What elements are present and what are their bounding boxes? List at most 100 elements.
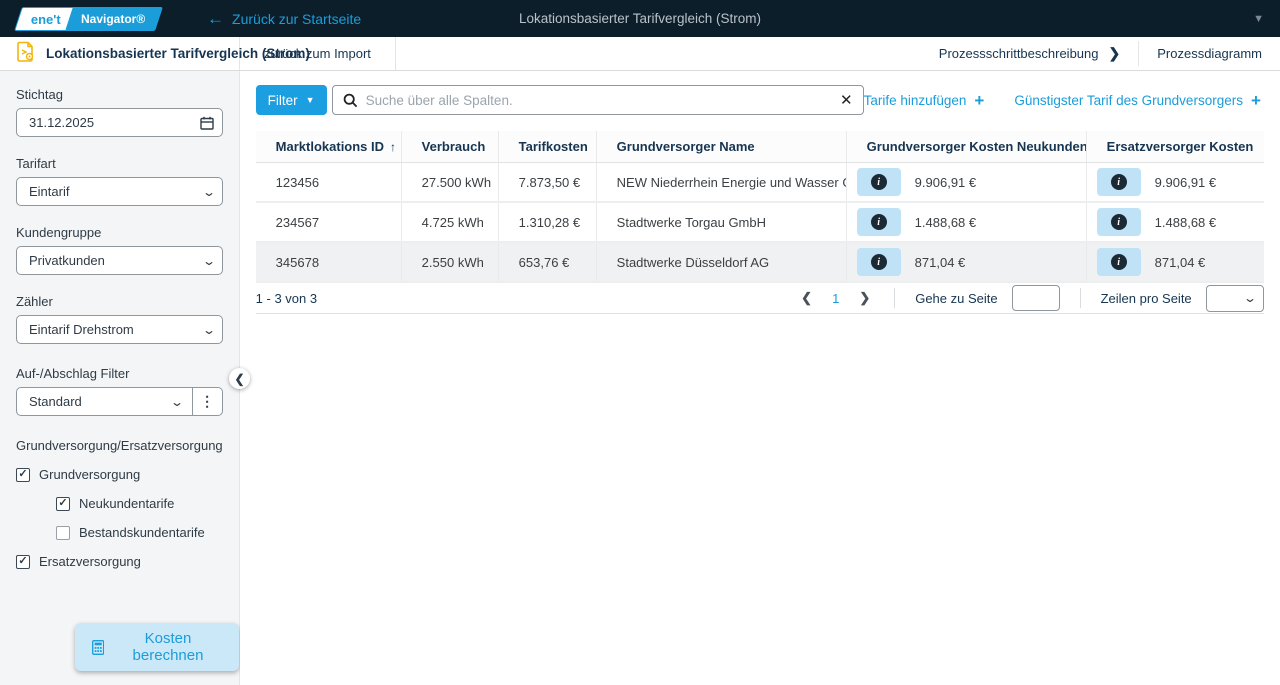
pagination-bar: 1 - 3 von 3 ❮ 1 ❯ Gehe zu Seite Zeilen p… bbox=[256, 283, 1264, 314]
search-input[interactable] bbox=[366, 93, 836, 108]
topbar-menu-caret-icon[interactable]: ▼ bbox=[1253, 13, 1264, 25]
process-step-description-link[interactable]: Prozessschrittbeschreibung ❯ bbox=[921, 37, 1138, 70]
column-header-tarifkosten[interactable]: Tarifkosten bbox=[498, 131, 596, 162]
checkbox-icon[interactable]: ✓ bbox=[16, 555, 30, 569]
cell-grundversorger-name: Stadtwerke Düsseldorf AG bbox=[596, 243, 846, 281]
logo-navigator: Navigator® bbox=[65, 7, 163, 31]
checkbox-icon[interactable]: ✓ bbox=[56, 497, 70, 511]
column-header-label: Marktlokations ID bbox=[276, 139, 384, 154]
info-icon: i bbox=[871, 214, 887, 230]
cell-verbrauch: 27.500 kWh bbox=[401, 163, 498, 201]
cost-value: 871,04 € bbox=[915, 255, 966, 270]
tab-back-to-import[interactable]: zurück zum Import bbox=[240, 37, 396, 70]
info-button[interactable]: i bbox=[1097, 208, 1141, 236]
checkbox-icon[interactable]: ✓ bbox=[16, 468, 30, 482]
page-header-bar: Lokationsbasierter Tarifvergleich (Strom… bbox=[0, 37, 1280, 71]
column-header-marktlokations-id[interactable]: Marktlokations ID ↑ bbox=[256, 131, 401, 162]
aufabschlag-more-options-button[interactable]: ⋮ bbox=[192, 388, 222, 415]
info-button[interactable]: i bbox=[1097, 248, 1141, 276]
info-icon: i bbox=[1111, 174, 1127, 190]
process-diagram-link[interactable]: Prozessdiagramm bbox=[1139, 37, 1280, 70]
pagination-controls: ❮ 1 ❯ Gehe zu Seite Zeilen pro Seite ⌄ bbox=[317, 285, 1264, 312]
cell-ersatzversorger-kosten: i 9.906,91 € bbox=[1086, 163, 1264, 201]
cell-ersatzversorger-kosten: i 871,04 € bbox=[1086, 243, 1264, 281]
filter-button[interactable]: Filter ▼ bbox=[256, 85, 327, 115]
info-icon: i bbox=[871, 174, 887, 190]
column-header-ersatzversorger-kosten[interactable]: Ersatzversorger Kosten bbox=[1086, 131, 1264, 162]
window-title: Lokationsbasierter Tarifvergleich (Strom… bbox=[0, 11, 1280, 26]
info-button[interactable]: i bbox=[1097, 168, 1141, 196]
chevron-down-icon: ⌄ bbox=[202, 254, 216, 268]
checkbox-bestandskundentarife[interactable]: Bestandskundentarife bbox=[56, 525, 223, 540]
checkbox-neukundentarife[interactable]: ✓ Neukundentarife bbox=[56, 496, 223, 511]
column-header-grundversorger-kosten[interactable]: Grundversorger Kosten Neukunden bbox=[846, 131, 1086, 162]
process-diagram-label: Prozessdiagramm bbox=[1157, 46, 1262, 61]
back-arrow-icon: ← bbox=[207, 10, 224, 27]
tarifart-select[interactable]: Eintarif ⌄ bbox=[16, 177, 223, 206]
checkbox-icon[interactable] bbox=[56, 526, 70, 540]
calculate-costs-label: Kosten berechnen bbox=[114, 630, 221, 664]
column-header-label: Ersatzversorger Kosten bbox=[1107, 139, 1254, 154]
add-tariffs-link[interactable]: Tarife hinzufügen + bbox=[864, 92, 985, 109]
checkbox-label: Neukundentarife bbox=[79, 496, 174, 511]
calculate-costs-button[interactable]: Kosten berechnen bbox=[75, 623, 239, 671]
info-button[interactable]: i bbox=[857, 168, 901, 196]
tariff-comparison-table: Marktlokations ID ↑ Verbrauch Tarifkoste… bbox=[256, 131, 1264, 314]
column-header-label: Verbrauch bbox=[422, 139, 486, 154]
checkbox-label: Bestandskundentarife bbox=[79, 525, 205, 540]
search-box: ✕ bbox=[332, 85, 864, 115]
goto-page-input[interactable] bbox=[1012, 285, 1060, 311]
rows-per-page-label: Zeilen pro Seite bbox=[1101, 291, 1192, 306]
kebab-icon: ⋮ bbox=[200, 393, 214, 410]
toolbar-links: Tarife hinzufügen + Günstigster Tarif de… bbox=[864, 92, 1280, 109]
sidebar-collapse-button[interactable]: ❮ bbox=[229, 368, 250, 389]
page-header-spacer bbox=[396, 37, 921, 70]
zaehler-select[interactable]: Eintarif Drehstrom ⌄ bbox=[16, 315, 223, 344]
cost-value: 1.488,68 € bbox=[1155, 215, 1216, 230]
aufabschlag-label: Auf-/Abschlag Filter bbox=[16, 366, 223, 381]
cheapest-tariff-link[interactable]: Günstigster Tarif des Grundversorgers + bbox=[1014, 92, 1261, 109]
chevron-down-icon: ⌄ bbox=[202, 323, 216, 337]
cell-grundversorger-name: NEW Niederrhein Energie und Wasser GmbH bbox=[596, 163, 846, 201]
stichtag-date-input[interactable]: 31.12.2025 bbox=[16, 108, 223, 137]
process-step-description-label: Prozessschrittbeschreibung bbox=[939, 46, 1099, 61]
main-panel: Filter ▼ ✕ Tarife hinzufügen + Günstigst… bbox=[240, 71, 1280, 685]
cell-marktlokations-id: 234567 bbox=[256, 203, 401, 241]
info-icon: i bbox=[871, 254, 887, 270]
table-row[interactable]: 234567 4.725 kWh 1.310,28 € Stadtwerke T… bbox=[256, 203, 1264, 243]
aufabschlag-select[interactable]: Standard ⌄ bbox=[17, 388, 192, 415]
info-icon: i bbox=[1111, 214, 1127, 230]
column-header-grundversorger-name[interactable]: Grundversorger Name bbox=[596, 131, 846, 162]
kundengruppe-select[interactable]: Privatkunden ⌄ bbox=[16, 246, 223, 275]
checkbox-grundversorgung[interactable]: ✓ Grundversorgung bbox=[16, 467, 223, 482]
info-button[interactable]: i bbox=[857, 208, 901, 236]
cell-verbrauch: 4.725 kWh bbox=[401, 203, 498, 241]
chevron-down-icon: ⌄ bbox=[170, 395, 184, 409]
app-logo[interactable]: ene't Navigator® bbox=[18, 7, 159, 31]
goto-page-label: Gehe zu Seite bbox=[915, 291, 997, 306]
clear-search-icon[interactable]: ✕ bbox=[836, 91, 857, 109]
kundengruppe-value: Privatkunden bbox=[29, 253, 204, 268]
caret-down-icon: ▼ bbox=[306, 95, 315, 105]
back-to-home-link[interactable]: ← Zurück zur Startseite bbox=[207, 10, 361, 27]
cell-marktlokations-id: 345678 bbox=[256, 243, 401, 281]
aufabschlag-value: Standard bbox=[29, 394, 172, 409]
checkbox-ersatzversorgung[interactable]: ✓ Ersatzversorgung bbox=[16, 554, 223, 569]
previous-page-icon[interactable]: ❮ bbox=[797, 290, 816, 306]
rows-per-page-select[interactable]: ⌄ bbox=[1206, 285, 1264, 312]
pagination-range: 1 - 3 von 3 bbox=[256, 291, 317, 306]
page-number[interactable]: 1 bbox=[830, 291, 841, 306]
document-location-icon bbox=[16, 40, 36, 67]
table-row[interactable]: 345678 2.550 kWh 653,76 € Stadtwerke Düs… bbox=[256, 243, 1264, 283]
table-row[interactable]: 123456 27.500 kWh 7.873,50 € NEW Niederr… bbox=[256, 163, 1264, 203]
table-toolbar: Filter ▼ ✕ Tarife hinzufügen + Günstigst… bbox=[256, 85, 1280, 115]
calendar-icon[interactable] bbox=[200, 116, 214, 130]
stichtag-value: 31.12.2025 bbox=[29, 115, 200, 130]
calculator-icon bbox=[92, 639, 104, 656]
column-header-label: Tarifkosten bbox=[519, 139, 588, 154]
info-button[interactable]: i bbox=[857, 248, 901, 276]
cell-grundversorger-kosten: i 871,04 € bbox=[846, 243, 1086, 281]
column-header-verbrauch[interactable]: Verbrauch bbox=[401, 131, 498, 162]
next-page-icon[interactable]: ❯ bbox=[855, 290, 874, 306]
search-icon bbox=[343, 93, 358, 108]
